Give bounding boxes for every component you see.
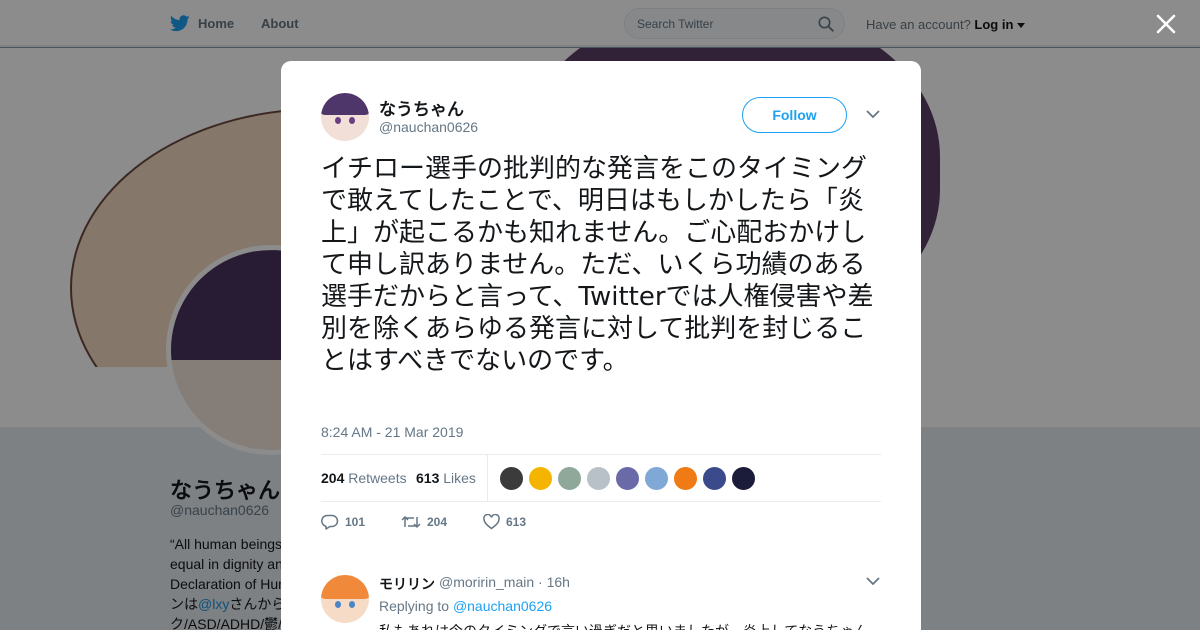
reply-icon bbox=[321, 514, 339, 530]
like-count: 613 bbox=[506, 515, 527, 529]
liker-avatar[interactable] bbox=[702, 466, 727, 491]
liker-avatar[interactable] bbox=[557, 466, 582, 491]
replying-to: Replying to @nauchan0626 bbox=[379, 598, 552, 614]
divider bbox=[487, 455, 488, 502]
replying-to-link[interactable]: @nauchan0626 bbox=[453, 598, 552, 614]
chevron-down-icon[interactable] bbox=[866, 110, 880, 119]
retweet-icon bbox=[401, 515, 421, 529]
avatar-eye-shape bbox=[349, 601, 355, 608]
reply-author-meta: @moririn_main · 16h bbox=[439, 574, 570, 590]
close-icon[interactable] bbox=[1155, 13, 1177, 35]
avatar-eye-shape bbox=[335, 601, 341, 608]
retweet-count: 204 bbox=[427, 515, 448, 529]
retweet-button[interactable]: 204 bbox=[401, 514, 447, 530]
like-button[interactable]: 613 bbox=[483, 514, 526, 530]
retweets-count: 204 bbox=[321, 470, 345, 486]
reply-count: 101 bbox=[345, 515, 366, 529]
liker-avatar[interactable] bbox=[644, 466, 669, 491]
liker-avatar[interactable] bbox=[499, 466, 524, 491]
liker-avatar[interactable] bbox=[615, 466, 640, 491]
heart-icon bbox=[483, 514, 500, 530]
liker-avatar[interactable] bbox=[731, 466, 756, 491]
tweet-timestamp[interactable]: 8:24 AM - 21 Mar 2019 bbox=[321, 424, 463, 440]
reply-author-name[interactable]: モリリン bbox=[379, 574, 435, 594]
retweets-stat[interactable]: 204 Retweets bbox=[321, 470, 407, 486]
tweet-modal: なうちゃん @nauchan0626 Follow イチロー選手の批判的な発言を… bbox=[281, 61, 921, 630]
reply-author-handle[interactable]: @moririn_main bbox=[439, 574, 534, 590]
likes-label: Likes bbox=[443, 470, 476, 486]
chevron-down-icon[interactable] bbox=[866, 577, 880, 586]
avatar-eye-shape bbox=[349, 117, 355, 124]
retweets-label: Retweets bbox=[348, 470, 407, 486]
likes-stat[interactable]: 613 Likes bbox=[416, 470, 476, 486]
author-name[interactable]: なうちゃん bbox=[379, 95, 464, 120]
reply-text: 私もあれは今のタイミングで言い過ぎだと思いましたが、炎上してなうちゃん bbox=[379, 621, 879, 630]
reply-button[interactable]: 101 bbox=[321, 514, 365, 530]
reply-time[interactable]: · 16h bbox=[538, 574, 570, 590]
follow-button[interactable]: Follow bbox=[742, 97, 847, 133]
avatar-hair-shape bbox=[321, 575, 369, 599]
author-handle[interactable]: @nauchan0626 bbox=[379, 119, 478, 135]
liker-avatar[interactable] bbox=[528, 466, 553, 491]
tweet-stats: 204 Retweets 613 Likes bbox=[321, 454, 881, 502]
likes-count: 613 bbox=[416, 470, 440, 486]
author-avatar[interactable] bbox=[321, 93, 369, 141]
avatar-eye-shape bbox=[335, 117, 341, 124]
avatar-hair-shape bbox=[321, 93, 369, 115]
liker-avatar[interactable] bbox=[673, 466, 698, 491]
replying-prefix: Replying to bbox=[379, 598, 450, 614]
tweet-text: イチロー選手の批判的な発言をこのタイミングで敢えてしたことで、明日はもしかしたら… bbox=[321, 154, 874, 376]
liker-avatar[interactable] bbox=[586, 466, 611, 491]
reply-avatar[interactable] bbox=[321, 575, 369, 623]
